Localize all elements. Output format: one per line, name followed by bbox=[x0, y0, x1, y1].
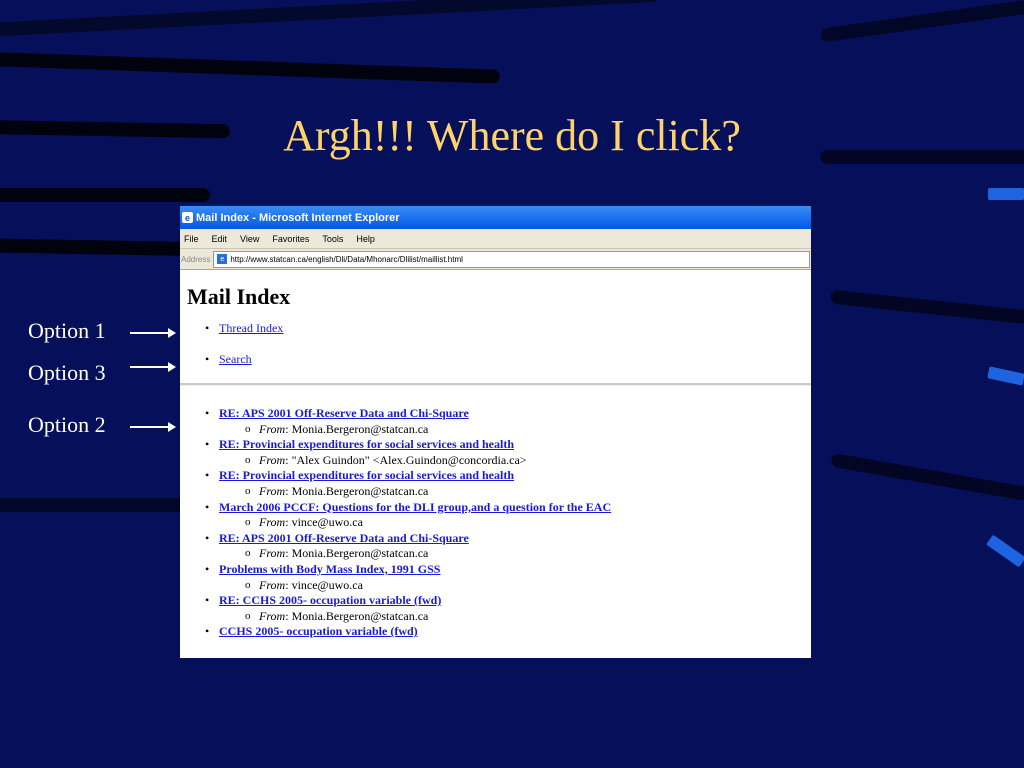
address-url[interactable]: http://www.statcan.ca/english/Dli/Data/M… bbox=[230, 255, 463, 264]
thread-index-link[interactable]: Thread Index bbox=[219, 321, 283, 335]
message-from: From: vince@uwo.ca bbox=[187, 515, 811, 531]
from-label: From bbox=[259, 421, 286, 436]
message-from: From: Monia.Bergeron@statcan.ca bbox=[187, 609, 811, 625]
message-link[interactable]: RE: APS 2001 Off-Reserve Data and Chi-Sq… bbox=[219, 531, 469, 545]
message-subject: RE: Provincial expenditures for social s… bbox=[187, 437, 811, 453]
from-label: From bbox=[259, 452, 286, 467]
message-from: From: Monia.Bergeron@statcan.ca bbox=[187, 484, 811, 500]
from-label: From bbox=[259, 608, 286, 623]
address-label: Address bbox=[181, 254, 211, 264]
message-from: From: vince@uwo.ca bbox=[187, 578, 811, 594]
background-stripe bbox=[0, 498, 200, 512]
message-subject: March 2006 PCCF: Questions for the DLI g… bbox=[187, 500, 811, 516]
from-value: : Monia.Bergeron@statcan.ca bbox=[285, 546, 429, 561]
from-label: From bbox=[259, 483, 286, 498]
from-value: : Monia.Bergeron@statcan.ca bbox=[285, 608, 429, 623]
decorative-blue-bar bbox=[986, 534, 1024, 568]
search-link[interactable]: Search bbox=[219, 352, 252, 366]
message-from: From: Monia.Bergeron@statcan.ca bbox=[187, 546, 811, 562]
nav-list: Thread Index Search bbox=[187, 320, 811, 382]
arrow-icon bbox=[130, 422, 176, 432]
slide-title: Argh!!! Where do I click? bbox=[283, 111, 741, 160]
from-label: From bbox=[259, 546, 286, 561]
message-subject: RE: APS 2001 Off-Reserve Data and Chi-Sq… bbox=[187, 531, 811, 547]
internet-explorer-icon: e bbox=[182, 212, 193, 223]
menu-favorites[interactable]: Favorites bbox=[272, 234, 309, 244]
decorative-blue-bar bbox=[987, 366, 1024, 386]
page-heading: Mail Index bbox=[187, 284, 291, 309]
message-from: From: "Alex Guindon" <Alex.Guindon@conco… bbox=[187, 453, 811, 469]
from-label: From bbox=[259, 577, 286, 592]
option-3-label: Option 3 bbox=[28, 360, 106, 385]
message-from: From: Monia.Bergeron@statcan.ca bbox=[187, 422, 811, 438]
from-value: : Monia.Bergeron@statcan.ca bbox=[285, 483, 429, 498]
message-subject: RE: CCHS 2005- occupation variable (fwd) bbox=[187, 593, 811, 609]
menu-bar: File Edit View Favorites Tools Help bbox=[180, 229, 811, 249]
page-icon: e bbox=[217, 254, 228, 264]
window-title: Mail Index - Microsoft Internet Explorer bbox=[196, 211, 400, 224]
list-item: Search bbox=[187, 351, 811, 382]
list-item: Thread Index bbox=[187, 320, 811, 351]
from-value: : Monia.Bergeron@statcan.ca bbox=[285, 421, 429, 436]
message-link[interactable]: March 2006 PCCF: Questions for the DLI g… bbox=[219, 500, 611, 514]
arrow-icon bbox=[130, 362, 176, 372]
message-link[interactable]: RE: Provincial expenditures for social s… bbox=[219, 437, 514, 451]
browser-window: e Mail Index - Microsoft Internet Explor… bbox=[180, 206, 811, 658]
message-link[interactable]: RE: APS 2001 Off-Reserve Data and Chi-Sq… bbox=[219, 406, 469, 420]
menu-help[interactable]: Help bbox=[356, 234, 375, 244]
message-link[interactable]: CCHS 2005- occupation variable (fwd) bbox=[219, 624, 418, 638]
menu-view[interactable]: View bbox=[240, 234, 259, 244]
page-content: Mail Index Thread Index Search RE: APS 2… bbox=[180, 284, 811, 640]
message-subject: RE: APS 2001 Off-Reserve Data and Chi-Sq… bbox=[187, 406, 811, 422]
background-stripe bbox=[0, 188, 210, 202]
from-label: From bbox=[259, 515, 286, 530]
background-stripe bbox=[820, 0, 1024, 43]
window-titlebar: e Mail Index - Microsoft Internet Explor… bbox=[180, 206, 811, 229]
horizontal-rule bbox=[180, 383, 811, 386]
background-stripe bbox=[0, 237, 201, 257]
message-link[interactable]: RE: Provincial expenditures for social s… bbox=[219, 468, 514, 482]
message-list: RE: APS 2001 Off-Reserve Data and Chi-Sq… bbox=[187, 406, 811, 640]
option-2-label: Option 2 bbox=[28, 412, 106, 437]
option-1-label: Option 1 bbox=[28, 318, 106, 343]
menu-edit[interactable]: Edit bbox=[212, 234, 228, 244]
from-value: : "Alex Guindon" <Alex.Guindon@concordia… bbox=[285, 452, 527, 467]
message-subject: CCHS 2005- occupation variable (fwd) bbox=[187, 624, 811, 640]
background-stripe bbox=[830, 452, 1024, 502]
arrow-icon bbox=[130, 328, 176, 338]
message-subject: RE: Provincial expenditures for social s… bbox=[187, 468, 811, 484]
address-bar: Address e http://www.statcan.ca/english/… bbox=[180, 249, 811, 270]
background-stripe bbox=[0, 50, 501, 84]
address-field[interactable]: e http://www.statcan.ca/english/Dli/Data… bbox=[213, 250, 810, 268]
background-stripe bbox=[0, 0, 660, 39]
message-link[interactable]: Problems with Body Mass Index, 1991 GSS bbox=[219, 562, 440, 576]
message-link[interactable]: RE: CCHS 2005- occupation variable (fwd) bbox=[219, 593, 441, 607]
from-value: : vince@uwo.ca bbox=[285, 515, 363, 530]
message-subject: Problems with Body Mass Index, 1991 GSS bbox=[187, 562, 811, 578]
decorative-blue-bar bbox=[988, 188, 1024, 200]
menu-tools[interactable]: Tools bbox=[322, 234, 343, 244]
menu-file[interactable]: File bbox=[184, 234, 199, 244]
from-value: : vince@uwo.ca bbox=[285, 577, 363, 592]
background-stripe bbox=[829, 289, 1024, 325]
